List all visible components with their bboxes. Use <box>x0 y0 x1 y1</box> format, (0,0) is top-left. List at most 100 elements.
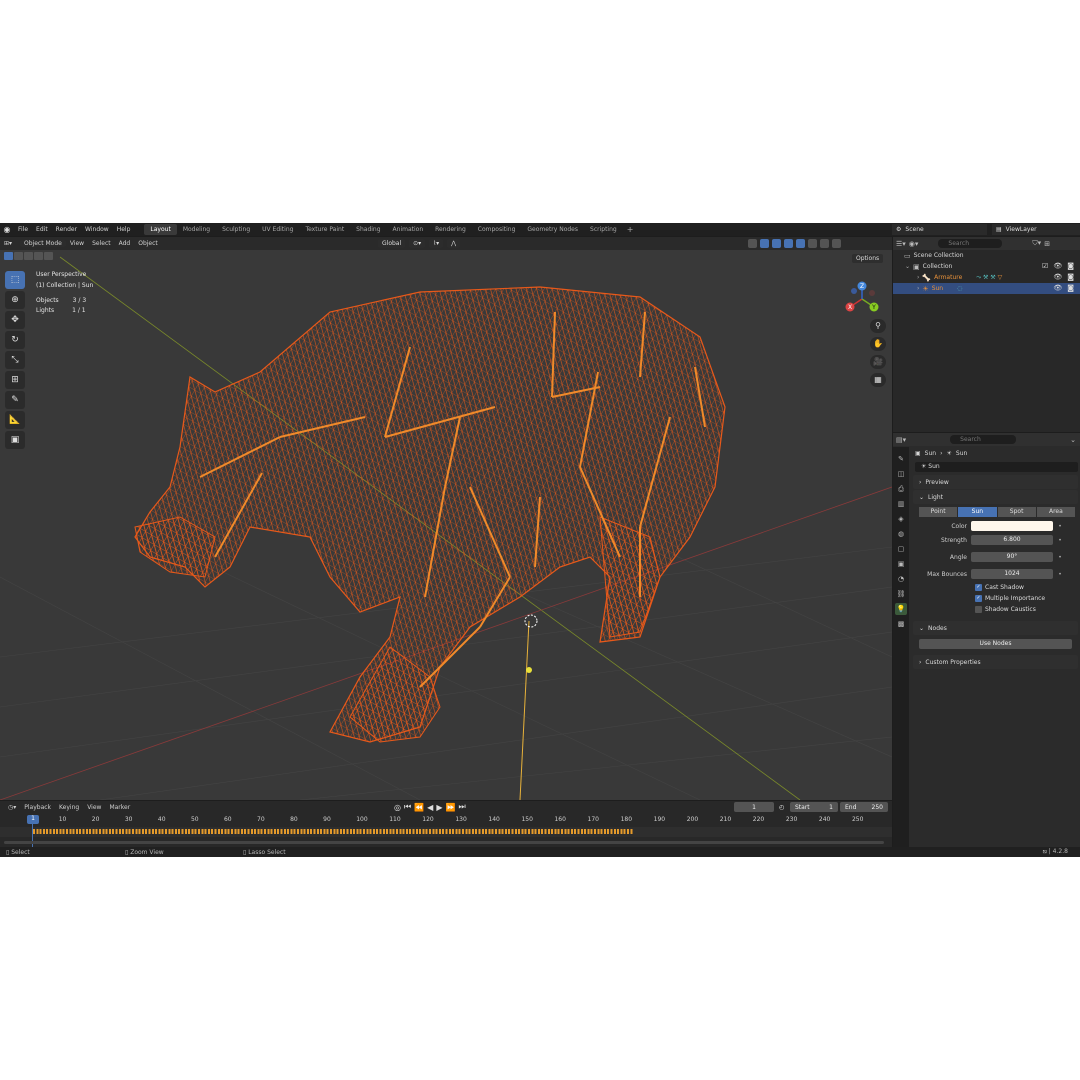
record-icon[interactable]: ◎ <box>394 803 401 812</box>
gizmo-toggle-icon[interactable] <box>760 239 769 248</box>
menu-file[interactable]: File <box>14 226 32 233</box>
outliner-armature[interactable]: › 🦴 Armature ⤳ ⚒ ⚒ ▽ 👁 ◙ <box>893 272 1080 283</box>
multiple-importance-row[interactable]: ✓ Multiple Importance <box>975 593 1080 604</box>
menu-object[interactable]: Object <box>134 240 162 247</box>
add-workspace-button[interactable]: + <box>623 225 638 234</box>
outliner-editor-icon[interactable]: ☰▾ <box>896 240 906 248</box>
color-swatch[interactable] <box>971 521 1053 531</box>
shadow-caustics-checkbox[interactable] <box>975 606 982 613</box>
measure-tool-icon[interactable]: 📐 <box>5 411 25 429</box>
tab-compositing[interactable]: Compositing <box>472 224 522 235</box>
transform-orientation-dropdown[interactable]: Global <box>378 239 406 248</box>
tab-rendering[interactable]: Rendering <box>429 224 472 235</box>
keyframe-dot-icon[interactable]: • <box>1057 571 1063 578</box>
properties-search-input[interactable]: Search <box>950 435 1017 444</box>
view-layer-tab-icon[interactable]: ▥ <box>895 498 907 510</box>
tab-modeling[interactable]: Modeling <box>177 224 216 235</box>
menu-keying[interactable]: Keying <box>55 804 83 811</box>
menu-view[interactable]: View <box>66 240 88 247</box>
solid-shading-icon[interactable] <box>808 239 817 248</box>
editor-type-icon[interactable]: ⊞▾ <box>0 240 16 247</box>
tab-scripting[interactable]: Scripting <box>584 224 623 235</box>
rotate-tool-icon[interactable]: ↻ <box>5 331 25 349</box>
jump-end-icon[interactable]: ⏭ <box>458 802 465 812</box>
zoom-icon[interactable]: ⚲ <box>870 319 886 333</box>
cast-shadow-checkbox[interactable]: ✓ <box>975 584 982 591</box>
transform-tool-icon[interactable]: ⊞ <box>5 371 25 389</box>
scene-selector[interactable]: ⚙ Scene <box>892 224 987 235</box>
proportional-edit-icon[interactable]: ⋀ <box>447 239 461 248</box>
timeline-scrollbar[interactable] <box>4 841 884 844</box>
select-subtract-icon[interactable] <box>24 252 33 260</box>
overlay-toggle-icon[interactable] <box>772 239 781 248</box>
cursor-tool-icon[interactable]: ⊕ <box>5 291 25 309</box>
outliner-search-input[interactable]: Search <box>938 239 1003 248</box>
use-nodes-button[interactable]: Use Nodes <box>919 639 1072 649</box>
cast-shadow-row[interactable]: ✓ Cast Shadow <box>975 582 1080 593</box>
options-button[interactable]: Options <box>852 254 884 263</box>
outliner[interactable]: ☰▾ ◉▾ Search ⛉▾ ⊞ ▭ Scene Collection ⌄ ▣… <box>893 237 1080 432</box>
pan-hand-icon[interactable]: ✋ <box>870 337 886 351</box>
keyframe-dot-icon[interactable]: • <box>1057 537 1063 544</box>
max-bounces-field[interactable]: 1024 <box>971 569 1053 579</box>
menu-render[interactable]: Render <box>52 226 81 233</box>
tab-texture-paint[interactable]: Texture Paint <box>299 224 350 235</box>
nodes-panel-header[interactable]: ⌄ Nodes <box>913 621 1078 635</box>
new-collection-icon[interactable]: ⊞ <box>1044 240 1050 248</box>
shadow-caustics-row[interactable]: Shadow Caustics <box>975 604 1080 615</box>
play-reverse-icon[interactable]: ◀ <box>427 803 433 812</box>
menu-marker[interactable]: Marker <box>105 804 134 811</box>
snap-icon[interactable]: ⌇▾ <box>429 239 444 248</box>
light-type-sun[interactable]: Sun <box>958 507 997 517</box>
timeline-editor[interactable]: ◷▾ Playback Keying View Marker ◎ ⏮ ⏪ ◀ ▶… <box>0 801 892 847</box>
light-panel-header[interactable]: ⌄ Light <box>913 490 1078 504</box>
camera-icon[interactable]: ◙ <box>1067 284 1074 292</box>
select-extend-icon[interactable] <box>14 252 23 260</box>
texture-tab-icon[interactable]: ▩ <box>895 618 907 630</box>
outliner-scene-collection[interactable]: ▭ Scene Collection <box>893 250 1080 261</box>
xray-toggle-icon[interactable] <box>784 239 793 248</box>
light-name-field[interactable]: ☀ Sun <box>915 462 1078 472</box>
prev-key-icon[interactable]: ⏪ <box>414 803 424 812</box>
physics-tab-icon[interactable]: ◔ <box>895 573 907 585</box>
keyframes-row[interactable] <box>33 829 633 834</box>
tab-sculpting[interactable]: Sculpting <box>216 224 256 235</box>
menu-help[interactable]: Help <box>113 226 135 233</box>
menu-timeline-view[interactable]: View <box>83 804 105 811</box>
scale-tool-icon[interactable]: ⤡ <box>5 351 25 369</box>
menu-playback[interactable]: Playback <box>20 804 55 811</box>
camera-icon[interactable]: ◙ <box>1067 273 1074 281</box>
light-data-tab-icon[interactable]: 💡 <box>895 603 907 615</box>
properties-editor-icon[interactable]: ▤▾ <box>896 436 906 444</box>
constraints-tab-icon[interactable]: ⛓ <box>895 588 907 600</box>
eye-icon[interactable]: 👁 <box>1053 262 1062 270</box>
light-type-point[interactable]: Point <box>919 507 958 517</box>
select-box-tool-icon[interactable]: ⬚ <box>5 271 25 289</box>
preview-panel-header[interactable]: › Preview <box>913 475 1078 489</box>
add-cube-tool-icon[interactable]: ▣ <box>5 431 25 449</box>
current-frame-field[interactable]: 1 <box>734 802 774 812</box>
select-intersect-icon[interactable] <box>44 252 53 260</box>
rendered-shading-icon[interactable] <box>832 239 841 248</box>
keyframe-dot-icon[interactable]: • <box>1057 523 1063 530</box>
camera-icon[interactable]: ◙ <box>1067 262 1074 270</box>
camera-view-icon[interactable]: 🎥 <box>870 355 886 369</box>
material-shading-icon[interactable] <box>820 239 829 248</box>
expand-chevron-icon[interactable]: ⌄ <box>905 263 910 270</box>
3d-viewport[interactable]: ⊞▾ Object Mode View Select Add Object Gl… <box>0 237 892 800</box>
play-icon[interactable]: ▶ <box>436 803 442 812</box>
properties-options-icon[interactable]: ⌄ <box>1070 436 1076 444</box>
collection-tab-icon[interactable]: ▢ <box>895 543 907 555</box>
eye-icon[interactable]: 👁 <box>1053 273 1062 281</box>
expand-chevron-icon[interactable]: › <box>917 285 919 292</box>
end-frame-field[interactable]: End 250 <box>840 802 888 812</box>
menu-edit[interactable]: Edit <box>32 226 52 233</box>
world-tab-icon[interactable]: ◍ <box>895 528 907 540</box>
object-tab-icon[interactable]: ▣ <box>895 558 907 570</box>
display-mode-icon[interactable]: ◉▾ <box>909 240 919 248</box>
visibility-icon[interactable] <box>748 239 757 248</box>
expand-chevron-icon[interactable]: › <box>917 274 919 281</box>
start-frame-field[interactable]: Start 1 <box>790 802 838 812</box>
checkbox-icon[interactable]: ☑ <box>1042 262 1048 270</box>
timeline-editor-icon[interactable]: ◷▾ <box>4 804 20 811</box>
